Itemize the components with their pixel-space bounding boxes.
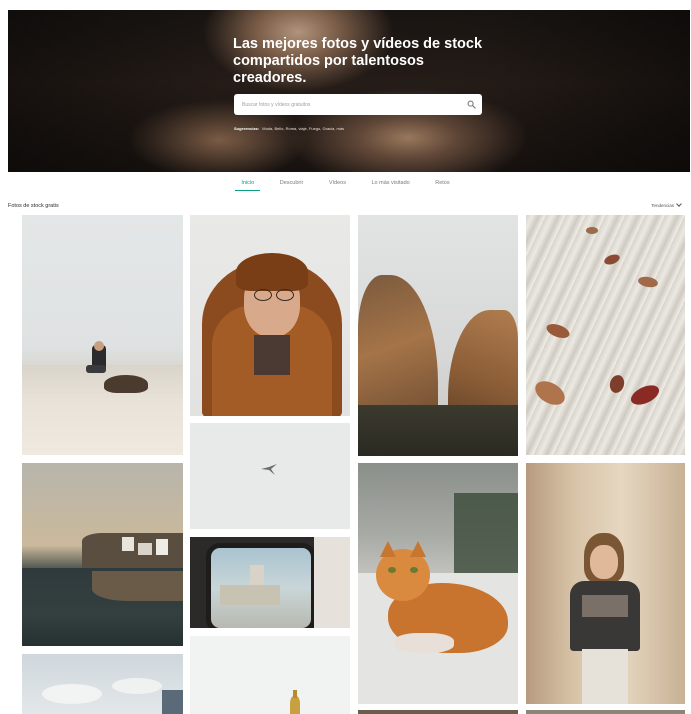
hero-banner: Las mejores fotos y vídeos de stock comp… bbox=[8, 10, 690, 172]
suggestions-list[interactable]: Moda, Bello, Roma, viaje, Fuego, Gracia,… bbox=[262, 126, 344, 131]
photo-hooded-woman[interactable] bbox=[190, 215, 350, 416]
photo-rock-formations[interactable] bbox=[358, 215, 518, 456]
tab-lo-mas-visitado[interactable]: Lo más visitado bbox=[365, 178, 415, 191]
sort-label: Tendencias bbox=[651, 203, 674, 208]
photo-partial-2[interactable] bbox=[526, 710, 685, 714]
search-icon[interactable] bbox=[467, 100, 476, 109]
search-input[interactable] bbox=[242, 94, 462, 115]
photo-sky-clouds[interactable] bbox=[22, 654, 183, 714]
bird-icon bbox=[261, 464, 277, 475]
photo-coastal-town[interactable] bbox=[22, 463, 183, 646]
photo-partial-1[interactable] bbox=[358, 710, 518, 714]
photo-train-window[interactable] bbox=[190, 537, 350, 628]
photo-orange-cat[interactable] bbox=[358, 463, 518, 704]
hero-background-photo bbox=[8, 10, 690, 172]
photo-bird-sky[interactable] bbox=[190, 423, 350, 529]
tab-retos[interactable]: Retos bbox=[429, 178, 455, 191]
main-tabs: Inicio Descubrir Vídeos Lo más visitado … bbox=[0, 178, 691, 191]
photo-beach-person[interactable] bbox=[22, 215, 183, 455]
search-suggestions: Sugerencias: Moda, Bello, Roma, viaje, F… bbox=[234, 126, 344, 131]
search-bar[interactable] bbox=[234, 94, 482, 115]
photo-gold-spire[interactable] bbox=[190, 636, 350, 714]
tab-descubrir[interactable]: Descubrir bbox=[274, 178, 310, 191]
sort-dropdown[interactable]: Tendencias bbox=[651, 201, 682, 208]
suggestions-label: Sugerencias: bbox=[234, 126, 260, 131]
tab-inicio[interactable]: Inicio bbox=[235, 178, 261, 191]
photo-sand-leaves[interactable] bbox=[526, 215, 685, 455]
chevron-down-icon bbox=[676, 201, 682, 207]
tab-videos[interactable]: Vídeos bbox=[323, 178, 352, 191]
photo-woman-standing[interactable] bbox=[526, 463, 685, 704]
section-title: Fotos de stock gratis bbox=[8, 203, 59, 209]
hero-title: Las mejores fotos y vídeos de stock comp… bbox=[233, 36, 483, 86]
